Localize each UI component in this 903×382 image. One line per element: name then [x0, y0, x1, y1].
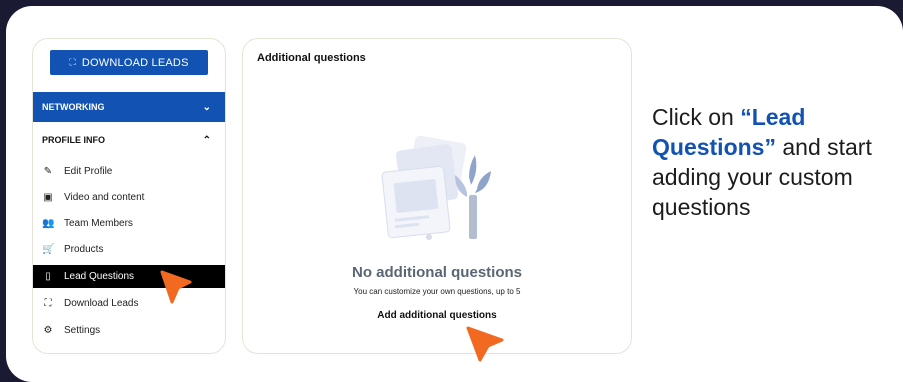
- panel-title: Additional questions: [257, 52, 366, 64]
- gear-icon: ⚙: [43, 325, 53, 336]
- empty-state-subtitle: You can customize your own questions, up…: [353, 287, 521, 296]
- sidebar-item-products[interactable]: 🛒 Products: [33, 238, 225, 261]
- sidebar-item-lead-questions[interactable]: ▯ Lead Questions: [33, 265, 225, 288]
- sidebar: ⛶ DOWNLOAD LEADS NETWORKING ⌄ PROFILE IN…: [32, 38, 226, 354]
- chevron-down-icon: ⌄: [202, 101, 211, 113]
- instruction-callout: Click on “Lead Questions” and start addi…: [652, 102, 892, 222]
- section-networking-label: NETWORKING: [42, 102, 105, 112]
- pointer-arrow-icon: [160, 270, 192, 304]
- callout-prefix: Click on: [652, 104, 741, 130]
- cart-icon: 🛒: [42, 244, 55, 255]
- section-profile-info[interactable]: PROFILE INFO ⌃: [33, 125, 225, 155]
- chevron-up-icon: ⌃: [202, 134, 211, 146]
- empty-state-illustration-icon: [381, 135, 491, 240]
- sidebar-item-download-leads[interactable]: ⛶ Download Leads: [33, 292, 225, 315]
- sidebar-item-label: Download Leads: [64, 298, 139, 309]
- sidebar-item-label: Settings: [64, 325, 101, 336]
- pencil-icon: ✎: [43, 166, 53, 177]
- phone-icon: ▯: [45, 271, 51, 282]
- sidebar-item-label: Lead Questions: [64, 271, 135, 282]
- download-leads-label: DOWNLOAD LEADS: [81, 56, 189, 69]
- expand-icon: ⛶: [44, 298, 52, 309]
- download-leads-button[interactable]: ⛶ DOWNLOAD LEADS: [50, 50, 208, 75]
- video-library-icon: ▣: [43, 192, 53, 203]
- section-networking[interactable]: NETWORKING ⌄: [33, 92, 225, 122]
- sidebar-item-video-content[interactable]: ▣ Video and content: [33, 186, 225, 209]
- pointer-arrow-icon: [466, 326, 504, 362]
- add-additional-questions-link[interactable]: Add additional questions: [243, 310, 631, 321]
- additional-questions-panel: Additional questions No additional quest…: [242, 38, 632, 354]
- sidebar-item-label: Products: [64, 244, 104, 255]
- expand-icon: ⛶: [69, 57, 76, 67]
- sidebar-item-label: Video and content: [64, 192, 145, 203]
- sidebar-item-team-members[interactable]: 👥 Team Members: [33, 212, 225, 235]
- people-icon: 👥: [42, 218, 55, 229]
- sidebar-item-edit-profile[interactable]: ✎ Edit Profile: [33, 160, 225, 183]
- sidebar-item-settings[interactable]: ⚙ Settings: [33, 319, 225, 342]
- sidebar-item-label: Edit Profile: [64, 166, 113, 177]
- empty-state-title: No additional questions: [351, 264, 522, 281]
- section-profile-info-label: PROFILE INFO: [42, 135, 105, 145]
- sidebar-item-label: Team Members: [64, 218, 133, 229]
